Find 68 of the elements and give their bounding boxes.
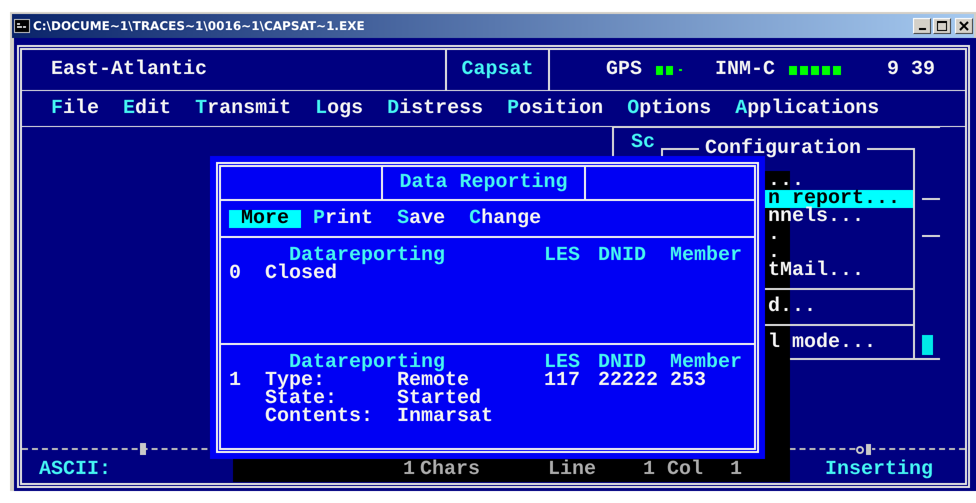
ruler-marker	[856, 443, 872, 455]
insert-mode: Inserting	[825, 461, 934, 479]
entry-index: 1	[229, 372, 242, 390]
column-header: LES	[544, 354, 582, 372]
les-value: 117	[544, 372, 582, 390]
gps-label: GPS	[606, 61, 642, 79]
line-number: 1	[643, 461, 656, 479]
dnid-value: 22222	[598, 372, 660, 390]
column-header: DNID	[598, 354, 646, 372]
maximize-button[interactable]	[933, 18, 951, 34]
field-label: Contents:	[265, 408, 374, 426]
menu-item[interactable]: n report...	[762, 190, 913, 208]
dialog-title: Data Reporting	[381, 167, 586, 199]
menu-item[interactable]: File	[51, 100, 100, 118]
scroll-marker	[922, 335, 933, 355]
action-button[interactable]: Print	[301, 210, 386, 228]
chars-label: Chars	[420, 461, 480, 479]
app-name: Capsat	[461, 61, 534, 79]
entry-index: 0	[229, 265, 242, 283]
chars-count: 1	[403, 461, 416, 479]
mode-label: ASCII:	[39, 461, 112, 479]
region-label: East-Atlantic	[51, 58, 208, 81]
maximize-icon	[937, 21, 947, 31]
menu-item[interactable]: Sc	[631, 134, 656, 152]
field-label: State:	[265, 390, 338, 408]
inm-c-label: INM-C	[715, 61, 776, 79]
menu-item[interactable]: d...	[762, 298, 913, 334]
field-value: Started	[397, 390, 482, 408]
column-header: LES	[544, 247, 582, 265]
minimize-icon	[918, 28, 926, 30]
window-title: C:\DOCUME~1\TRACES~1\0016~1\CAPSAT~1.EXE	[33, 19, 366, 33]
member-value: 253	[670, 372, 708, 390]
menu-item[interactable]: Logs	[315, 100, 364, 118]
menu-item[interactable]: Transmit	[195, 100, 292, 118]
column-header: DNID	[598, 247, 648, 265]
close-icon	[959, 21, 969, 31]
clock-time: 9 39	[887, 61, 936, 79]
menu-item[interactable]: Distress	[387, 100, 484, 118]
menu-item[interactable]: .	[762, 244, 913, 262]
action-button[interactable]: More	[229, 210, 302, 228]
ruler-marker	[140, 443, 146, 455]
action-button[interactable]: Save	[385, 210, 458, 228]
column-header: Datareporting	[289, 354, 446, 372]
console-icon	[14, 19, 30, 33]
signal-bars-icon	[789, 65, 844, 75]
menu-item[interactable]: Edit	[123, 100, 172, 118]
close-button[interactable]	[955, 18, 973, 34]
menu-item[interactable]: Applications	[735, 100, 880, 118]
col-label: Col	[667, 461, 704, 479]
field-value: Remote	[397, 372, 470, 390]
column-header: Member	[670, 247, 742, 265]
field-label: Closed	[265, 265, 338, 283]
menu-item[interactable]: l mode...	[762, 334, 913, 352]
field-value: Inmarsat	[397, 408, 494, 426]
menu-item[interactable]: ...	[762, 172, 913, 190]
menu-item[interactable]: tMail...	[762, 262, 913, 298]
menu-item[interactable]: nnels...	[762, 208, 913, 226]
menu-item[interactable]: Options	[627, 100, 712, 118]
minimize-button[interactable]	[913, 18, 931, 34]
column-header: Member	[670, 354, 742, 372]
line-label: Line	[548, 461, 596, 479]
action-button[interactable]: Change	[457, 210, 554, 228]
col-number: 1	[730, 461, 742, 479]
menu-title: Configuration	[699, 140, 868, 158]
menu-item[interactable]: .	[762, 226, 913, 244]
menu-item[interactable]: Position	[507, 100, 604, 118]
field-label: Type:	[265, 372, 326, 390]
column-header: Datareporting	[289, 247, 446, 265]
